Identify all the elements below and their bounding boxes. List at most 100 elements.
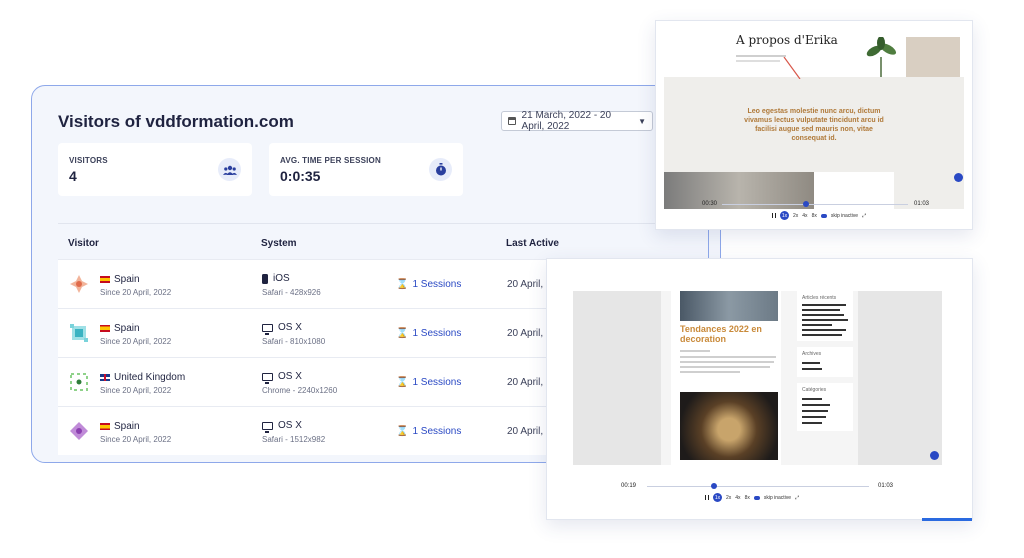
text-line	[802, 398, 822, 400]
spain-flag-icon	[100, 276, 110, 283]
speed-option[interactable]: 4x	[802, 213, 807, 219]
visitor-since: Since 20 April, 2022	[100, 288, 172, 297]
skip-inactive-label: skip inactive	[763, 494, 792, 501]
sessions-link[interactable]: ⌛ 1 Sessions	[396, 279, 461, 290]
article-title: Tendances 2022 en decoration	[680, 324, 762, 344]
speed-option[interactable]: 1x	[713, 493, 722, 502]
sessions-link[interactable]: ⌛ 1 Sessions	[396, 426, 461, 437]
page-margin	[573, 291, 661, 465]
pause-icon[interactable]	[705, 495, 709, 500]
sessions-link[interactable]: ⌛ 1 Sessions	[396, 328, 461, 339]
hourglass-icon: ⌛	[396, 328, 409, 339]
time-current: 00:30	[702, 201, 718, 207]
visitor-since: Since 20 April, 2022	[100, 435, 172, 444]
text-line	[736, 55, 786, 57]
speed-controls: 1x 2x 4x 8x skip inactive ⤢	[705, 493, 799, 502]
text-line	[802, 334, 842, 336]
text-line	[802, 416, 826, 418]
page-title: Visitors of vddformation.com	[58, 112, 294, 131]
monitor-icon	[262, 421, 273, 433]
progress-knob[interactable]	[802, 201, 809, 207]
speed-option[interactable]: 2x	[726, 495, 731, 501]
avatar	[70, 324, 88, 342]
stat-card-visitors: VISITORS 4	[58, 143, 252, 196]
speed-option[interactable]: 1x	[780, 211, 789, 220]
page-margin	[858, 291, 942, 465]
table-header: Visitor System Last Active	[58, 223, 720, 259]
text-line	[680, 356, 776, 358]
country-name: Spain	[114, 274, 140, 285]
hourglass-icon: ⌛	[396, 426, 409, 437]
os-name: OS X	[278, 420, 302, 431]
sessions-label: 1 Sessions	[412, 328, 462, 339]
text-line	[680, 371, 740, 373]
speed-option[interactable]: 8x	[745, 495, 750, 501]
plant-image	[866, 37, 897, 77]
session-replay-window-1: A propos d'Erika Leo egestas molestie nu…	[655, 20, 973, 230]
os-name: OS X	[278, 371, 302, 382]
column-header-last-active: Last Active	[506, 238, 559, 249]
visitor-country: Spain	[100, 274, 140, 285]
text-line	[736, 60, 780, 62]
text-line	[802, 404, 830, 406]
country-name: Spain	[114, 323, 140, 334]
system-os: iOS	[262, 273, 290, 284]
stat-value: 4	[69, 168, 77, 184]
visitor-since: Since 20 April, 2022	[100, 386, 172, 395]
speed-option[interactable]: 8x	[812, 213, 817, 219]
speed-option[interactable]: 2x	[793, 213, 798, 219]
text-line	[802, 329, 846, 331]
sessions-link[interactable]: ⌛ 1 Sessions	[396, 377, 461, 388]
progress-track[interactable]	[647, 486, 869, 487]
sidebar-box-categories: Catégories	[797, 383, 853, 431]
hourglass-icon: ⌛	[396, 279, 409, 290]
visitor-country: United Kingdom	[100, 372, 185, 383]
date-range-picker[interactable]: 21 March, 2022 - 20 April, 2022 ▼	[501, 110, 653, 132]
system-detail: Chrome - 2240x1260	[262, 386, 338, 395]
system-detail: Safari - 428x926	[262, 288, 321, 297]
monitor-icon	[262, 323, 273, 335]
progress-track[interactable]	[722, 204, 908, 205]
pause-icon[interactable]	[772, 213, 776, 218]
sidebar-box-archives: Archives	[797, 347, 853, 377]
last-active: 20 April, 2	[507, 328, 552, 339]
fullscreen-icon[interactable]: ⤢	[795, 495, 799, 501]
visitor-country: Spain	[100, 421, 140, 432]
text-line	[680, 366, 770, 368]
stat-card-avg-time: AVG. TIME PER SESSION 0:0:35	[269, 143, 463, 196]
accent-edge	[922, 518, 972, 521]
spain-flag-icon	[100, 325, 110, 332]
phone-icon	[262, 273, 268, 284]
sidebar-heading: Catégories	[802, 387, 827, 393]
player-controls: 00:30 01:03 1x 2x 4x 8x skip inactive ⤢	[664, 201, 964, 231]
replay-page-title: A propos d'Erika	[736, 33, 838, 47]
users-icon	[218, 158, 241, 181]
skip-inactive-toggle[interactable]	[753, 495, 760, 500]
sessions-label: 1 Sessions	[412, 426, 462, 437]
article-image	[680, 291, 778, 321]
article-image	[680, 392, 778, 460]
avatar	[70, 275, 88, 293]
stat-label: AVG. TIME PER SESSION	[280, 156, 381, 165]
text-line	[802, 319, 848, 321]
chat-bubble-icon[interactable]	[954, 173, 963, 182]
progress-knob[interactable]	[710, 483, 717, 489]
speed-option[interactable]: 4x	[735, 495, 740, 501]
picture-frame-image	[906, 37, 960, 77]
spain-flag-icon	[100, 423, 110, 430]
visitor-since: Since 20 April, 2022	[100, 337, 172, 346]
fullscreen-icon[interactable]: ⤢	[862, 213, 866, 219]
skip-inactive-label: skip inactive	[830, 212, 859, 219]
text-line	[802, 324, 832, 326]
chat-bubble-icon[interactable]	[930, 451, 939, 460]
visitor-country: Spain	[100, 323, 140, 334]
text-line	[802, 314, 844, 316]
skip-inactive-toggle[interactable]	[820, 213, 827, 218]
text-line	[802, 304, 846, 306]
system-os: OS X	[262, 420, 302, 433]
sessions-label: 1 Sessions	[412, 279, 462, 290]
replay-screen: Tendances 2022 en decoration Articles ré…	[573, 273, 942, 465]
hourglass-icon: ⌛	[396, 377, 409, 388]
avatar	[70, 373, 88, 391]
avatar	[70, 422, 88, 440]
